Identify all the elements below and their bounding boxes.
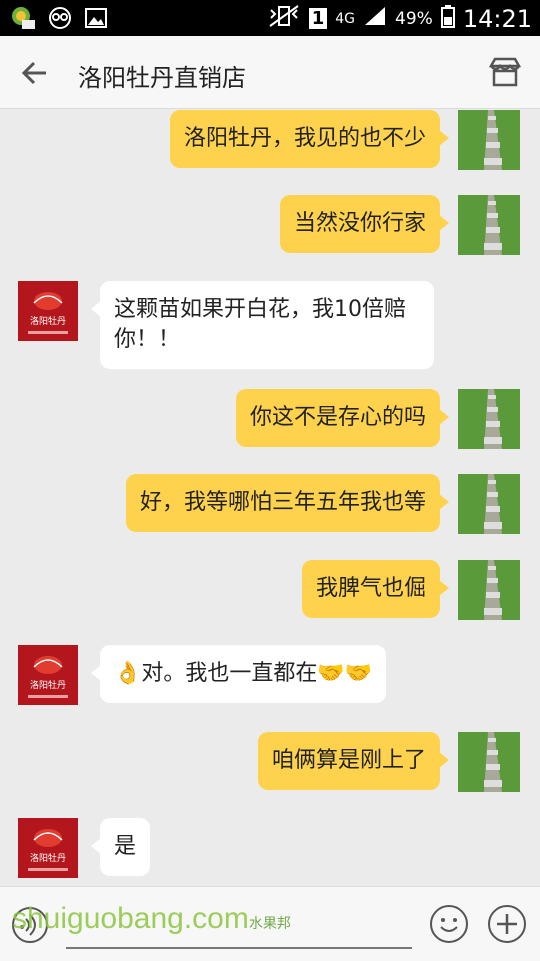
smiley-icon[interactable]: [430, 905, 468, 943]
messenger-notification-icon: [10, 6, 36, 34]
my-avatar[interactable]: [458, 474, 520, 534]
sim-indicator: 1: [308, 8, 328, 29]
my-avatar[interactable]: [458, 195, 520, 255]
message-text: 对。我也一直都在: [141, 661, 318, 686]
handshake-emoji-icon: 🤝: [317, 661, 345, 686]
watermark-cn: 水果邦: [248, 915, 291, 931]
my-avatar[interactable]: [458, 110, 520, 170]
glasses-face-icon: [48, 6, 72, 34]
message-bubble-outgoing[interactable]: 当然没你行家: [279, 195, 450, 253]
my-avatar[interactable]: [458, 560, 520, 620]
plus-icon[interactable]: [488, 905, 526, 943]
watermark-text: shuiguobang.com: [12, 902, 249, 935]
my-avatar[interactable]: [458, 389, 520, 449]
battery-icon: [440, 4, 455, 33]
clock: 14:21: [462, 4, 532, 33]
back-arrow-icon[interactable]: [20, 58, 50, 88]
shop-avatar[interactable]: 洛阳牡丹: [18, 281, 78, 341]
svg-text:洛阳牡丹: 洛阳牡丹: [30, 315, 66, 327]
chat-title: 洛阳牡丹直销店: [78, 64, 246, 92]
image-icon: [84, 6, 108, 34]
network-type: 4G: [335, 10, 356, 27]
signal-icon: [363, 5, 387, 32]
ok-hand-emoji-icon: 👌: [114, 661, 142, 686]
message-bubble-outgoing[interactable]: 洛阳牡丹，我见的也不少: [169, 110, 450, 168]
message-bubble-incoming[interactable]: 是: [90, 818, 151, 876]
message-bubble-outgoing[interactable]: 好，我等哪怕三年五年我也等: [125, 474, 450, 532]
message-bubble-incoming[interactable]: 这颗苗如果开白花，我10倍赔你！！: [91, 281, 434, 369]
message-bubble-outgoing[interactable]: 我脾气也倔: [301, 560, 450, 618]
message-list[interactable]: 洛阳牡丹，我见的也不少 当然没你行家 洛阳牡丹 这颗苗如果开白花，我10倍赔你！…: [0, 108, 540, 886]
message-bubble-incoming[interactable]: 👌对。我也一直都在🤝🤝: [90, 645, 387, 703]
svg-text:洛阳牡丹: 洛阳牡丹: [30, 852, 66, 864]
handshake-emoji-icon: 🤝: [344, 661, 373, 686]
shop-avatar[interactable]: 洛阳牡丹: [18, 645, 78, 705]
status-bar: 1 4G 49% 14:21: [0, 0, 540, 36]
svg-text:洛阳牡丹: 洛阳牡丹: [30, 679, 66, 691]
message-bubble-outgoing[interactable]: 你这不是存心的吗: [235, 389, 450, 447]
message-bubble-outgoing[interactable]: 咱俩算是刚上了: [257, 732, 450, 790]
message-input[interactable]: [66, 947, 412, 949]
chat-header: 洛阳牡丹直销店: [0, 36, 540, 109]
battery-percent: 49%: [395, 8, 433, 29]
my-avatar[interactable]: [458, 732, 520, 792]
vibrate-icon: [267, 4, 301, 33]
shop-avatar[interactable]: 洛阳牡丹: [18, 818, 78, 878]
watermark: shuiguobang.com水果邦: [12, 902, 291, 936]
store-icon[interactable]: [488, 56, 522, 88]
